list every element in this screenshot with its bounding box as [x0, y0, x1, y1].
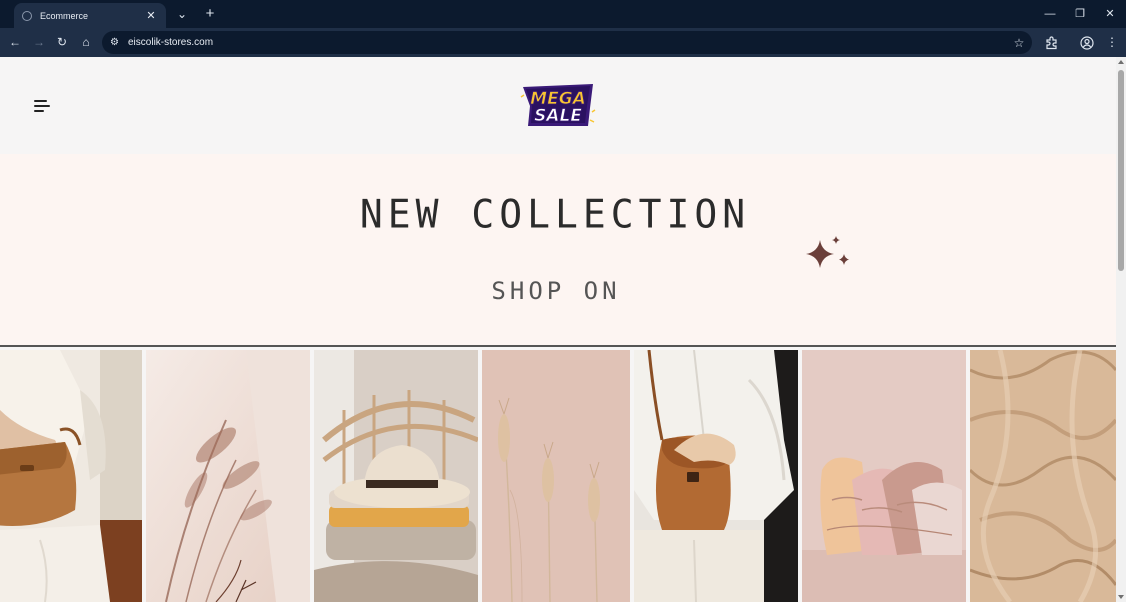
- logo-text-line2: SALE: [534, 106, 582, 126]
- arrow-left-icon[interactable]: ←: [6, 34, 24, 51]
- kebab-icon[interactable]: ⋮: [1103, 34, 1121, 51]
- gallery-image-folded-clothes[interactable]: [802, 350, 966, 602]
- gallery-image-linen-fabric[interactable]: [970, 350, 1116, 602]
- url-text[interactable]: eiscolik-stores.com: [128, 37, 1006, 48]
- scrollbar-thumb[interactable]: [1118, 70, 1124, 271]
- tune-icon[interactable]: ⚙: [110, 37, 124, 48]
- gallery-image-bag-outfit[interactable]: [0, 350, 142, 602]
- browser-toolbar: ← → ↻ ⌂ ⚙ eiscolik-stores.com ☆ ⋮: [0, 28, 1126, 57]
- browser-tab-active[interactable]: Ecommerce ✕: [14, 3, 166, 28]
- profile-icon[interactable]: [1078, 34, 1096, 51]
- page-scrollbar[interactable]: [1116, 57, 1126, 602]
- hero-title: NEW COLLECTION: [359, 191, 751, 237]
- gallery-image-hat-chair[interactable]: [314, 350, 478, 602]
- page-viewport: MEGA SALE NEW COLLECTION SHOP ON: [0, 57, 1116, 602]
- gallery-image-holding-bag[interactable]: [634, 350, 798, 602]
- close-window-icon[interactable]: ✕: [1096, 4, 1124, 24]
- reload-icon[interactable]: ↻: [53, 34, 71, 51]
- plus-icon[interactable]: +: [201, 6, 219, 22]
- globe-icon: [22, 10, 32, 21]
- scroll-down-icon[interactable]: [1118, 595, 1124, 599]
- minimize-icon[interactable]: —: [1036, 4, 1064, 24]
- sparkle-icon: [806, 236, 849, 268]
- puzzle-icon[interactable]: [1043, 34, 1061, 51]
- product-gallery: [0, 350, 1116, 602]
- address-bar[interactable]: ⚙ eiscolik-stores.com ☆: [102, 31, 1032, 54]
- restore-icon[interactable]: ❐: [1066, 4, 1094, 24]
- browser-titlebar: Ecommerce ✕ ⌄ + — ❐ ✕: [0, 0, 1126, 28]
- close-icon[interactable]: ✕: [144, 9, 158, 22]
- star-icon[interactable]: ☆: [1006, 36, 1032, 50]
- mega-sale-logo[interactable]: MEGA SALE: [520, 82, 596, 128]
- gallery-image-grass-shadow[interactable]: [146, 350, 310, 602]
- section-divider: [0, 345, 1116, 347]
- shop-on-link[interactable]: SHOP ON: [0, 277, 1112, 305]
- gallery-image-wheat-pink[interactable]: [482, 350, 630, 602]
- scroll-up-icon[interactable]: [1118, 60, 1124, 64]
- site-header: MEGA SALE: [0, 57, 1116, 154]
- home-icon[interactable]: ⌂: [77, 34, 95, 51]
- hamburger-icon[interactable]: [34, 100, 50, 112]
- hero-banner: NEW COLLECTION SHOP ON: [0, 154, 1116, 345]
- tab-title: Ecommerce: [40, 10, 89, 21]
- chevron-down-icon[interactable]: ⌄: [173, 6, 191, 22]
- arrow-right-icon[interactable]: →: [30, 34, 48, 51]
